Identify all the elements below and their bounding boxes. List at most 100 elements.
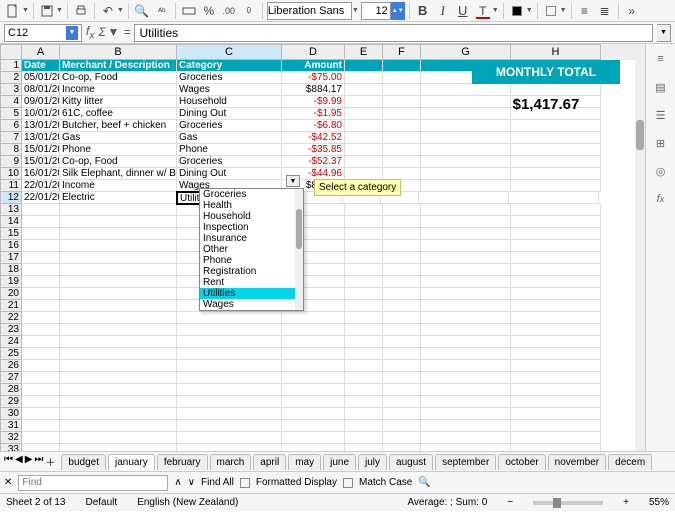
cell[interactable]: Electric <box>60 192 177 204</box>
cell[interactable] <box>421 228 511 240</box>
cell[interactable] <box>345 432 383 444</box>
cell[interactable] <box>282 420 345 432</box>
cell[interactable]: 13/01/20 <box>22 120 60 132</box>
row-header[interactable]: 33 <box>0 444 22 451</box>
row-header[interactable]: 13 <box>0 204 22 216</box>
row-header[interactable]: 22 <box>0 312 22 324</box>
cell[interactable] <box>22 348 60 360</box>
cell[interactable] <box>383 156 421 168</box>
cell[interactable]: Butcher, beef + chicken <box>60 120 177 132</box>
zoom-out-icon[interactable]: − <box>507 497 513 508</box>
cell[interactable] <box>282 444 345 451</box>
cell[interactable]: -$75.00 <box>282 72 345 84</box>
cell[interactable] <box>383 264 421 276</box>
sheet-tab[interactable]: budget <box>61 454 106 470</box>
cell[interactable]: Household <box>177 96 282 108</box>
header-cell[interactable] <box>345 60 383 72</box>
row-header[interactable]: 4 <box>0 96 22 108</box>
dropdown-option[interactable]: Insurance <box>200 233 303 244</box>
row-header[interactable]: 18 <box>0 264 22 276</box>
col-header-D[interactable]: D <box>282 44 345 60</box>
cell[interactable] <box>60 420 177 432</box>
sheet-tab[interactable]: decem <box>608 454 652 470</box>
row-header[interactable]: 17 <box>0 252 22 264</box>
row-header[interactable]: 23 <box>0 324 22 336</box>
cell[interactable] <box>345 240 383 252</box>
cell[interactable] <box>60 408 177 420</box>
cell-dropdown-arrow[interactable]: ▼ <box>286 175 300 187</box>
cell[interactable] <box>383 444 421 451</box>
cell[interactable] <box>383 144 421 156</box>
dropdown-option[interactable]: Rent <box>200 277 303 288</box>
cell[interactable] <box>421 84 511 96</box>
header-cell[interactable]: Amount <box>282 60 345 72</box>
cell[interactable] <box>421 288 511 300</box>
cell[interactable]: $884.17 <box>282 84 345 96</box>
cell[interactable]: 22/01/20 <box>22 192 60 204</box>
row-header[interactable]: 2 <box>0 72 22 84</box>
sb-properties-icon[interactable]: ▤ <box>652 78 670 96</box>
sheet-tab[interactable]: february <box>157 454 208 470</box>
font-size-input[interactable] <box>361 2 391 20</box>
cell[interactable] <box>60 384 177 396</box>
sheet-tab[interactable]: june <box>323 454 356 470</box>
tab-add-icon[interactable]: ＋ <box>45 454 55 469</box>
fill-color-button[interactable] <box>508 2 526 20</box>
align-left-icon[interactable]: ≡ <box>576 2 594 20</box>
cell[interactable]: Phone <box>60 144 177 156</box>
border-button[interactable] <box>542 2 560 20</box>
cell[interactable] <box>345 216 383 228</box>
cell[interactable] <box>383 216 421 228</box>
cell[interactable] <box>345 264 383 276</box>
cell[interactable] <box>345 408 383 420</box>
cell[interactable] <box>177 408 282 420</box>
cell[interactable] <box>383 336 421 348</box>
dropdown-option[interactable]: Utilities <box>200 288 303 299</box>
col-header-H[interactable]: H <box>511 44 601 60</box>
cell[interactable] <box>22 276 60 288</box>
dropdown-option[interactable]: Household <box>200 211 303 222</box>
cell[interactable] <box>511 372 601 384</box>
border-drop[interactable]: ▼ <box>560 7 567 14</box>
cell[interactable] <box>282 312 345 324</box>
cell[interactable] <box>383 312 421 324</box>
cell[interactable] <box>282 372 345 384</box>
cell[interactable] <box>511 396 601 408</box>
cell[interactable]: Groceries <box>177 156 282 168</box>
cell[interactable] <box>282 348 345 360</box>
cell[interactable] <box>177 360 282 372</box>
cell[interactable] <box>22 264 60 276</box>
dropdown-option[interactable]: Phone <box>200 255 303 266</box>
header-cell[interactable]: Merchant / Description <box>60 60 177 72</box>
cell[interactable] <box>511 360 601 372</box>
cell[interactable] <box>421 396 511 408</box>
row-header[interactable]: 11 <box>0 180 22 192</box>
cell[interactable] <box>345 252 383 264</box>
cell[interactable] <box>383 132 421 144</box>
sheet-tab[interactable]: may <box>288 454 321 470</box>
zoom-in-icon[interactable]: + <box>623 497 629 508</box>
dropdown-option[interactable]: Health <box>200 200 303 211</box>
cell[interactable] <box>345 444 383 451</box>
undo-icon[interactable]: ↶ <box>99 2 117 20</box>
percent-icon[interactable]: % <box>200 2 218 20</box>
cell[interactable] <box>22 372 60 384</box>
cell[interactable] <box>383 408 421 420</box>
equals-icon[interactable]: = <box>123 25 130 39</box>
cell[interactable] <box>282 336 345 348</box>
cell[interactable] <box>421 348 511 360</box>
cell[interactable]: Co-op, Food <box>60 72 177 84</box>
spellcheck-icon[interactable]: ᴬᵇ <box>153 2 171 20</box>
cell[interactable] <box>345 288 383 300</box>
sheet-tab[interactable]: november <box>548 454 606 470</box>
cell[interactable] <box>345 204 383 216</box>
spreadsheet-grid[interactable]: ABCDEFGH 1234567891011121314151617181920… <box>0 44 645 451</box>
cell[interactable] <box>22 228 60 240</box>
sb-navigator-icon[interactable]: ◎ <box>652 162 670 180</box>
cell[interactable] <box>177 348 282 360</box>
save-drop[interactable]: ▼ <box>56 7 63 14</box>
cell[interactable] <box>383 432 421 444</box>
cell[interactable] <box>511 228 601 240</box>
cell[interactable] <box>282 360 345 372</box>
cell[interactable] <box>22 444 60 451</box>
